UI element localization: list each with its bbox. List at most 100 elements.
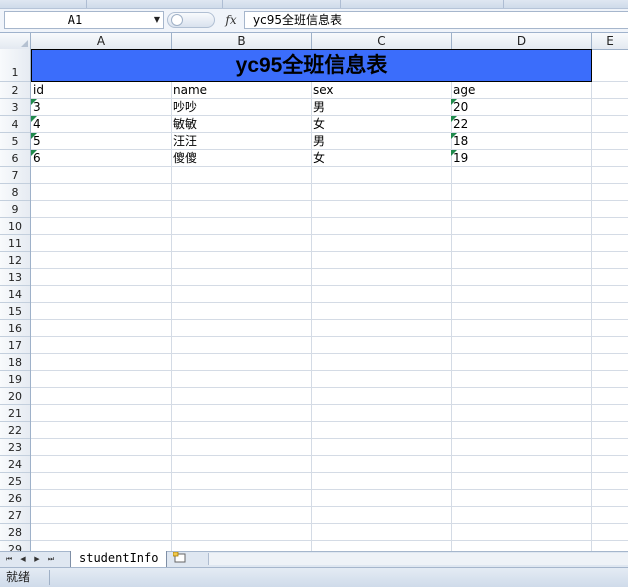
ribbon-strip [0,0,628,9]
row-header[interactable]: 22 [0,422,30,439]
gridline [31,387,628,388]
select-all-button[interactable] [0,33,31,49]
gridline [31,489,628,490]
formula-bar-splitter[interactable] [167,12,215,28]
row-header[interactable]: 15 [0,303,30,320]
gridline [31,353,628,354]
row-header[interactable]: 5 [0,133,30,150]
name-box-value: A1 [67,13,83,27]
cell-grid[interactable]: yc95全班信息表 id name sex age 3 吵吵 男 20 4 敏敏… [31,49,628,551]
formula-input[interactable]: yc95全班信息表 [244,11,628,29]
cell-id[interactable]: 5 [31,133,171,150]
cell-id[interactable]: 6 [31,150,171,167]
insert-sheet-icon[interactable] [170,551,190,566]
cell-sex[interactable]: 男 [311,133,451,150]
header-cell-sex[interactable]: sex [311,82,451,99]
insert-sheet-glyph [172,551,186,563]
cell-name[interactable]: 敏敏 [171,116,311,133]
row-header[interactable]: 10 [0,218,30,235]
row-header[interactable]: 28 [0,524,30,541]
gridline [31,370,628,371]
error-indicator-icon [31,99,37,105]
cell-name[interactable]: 吵吵 [171,99,311,116]
row-header[interactable]: 24 [0,456,30,473]
row-header[interactable]: 3 [0,99,30,116]
cell-id[interactable]: 4 [31,116,171,133]
column-header-e[interactable]: E [592,33,628,49]
sheet-tab-bar: ⏮ ◀ ▶ ⏭ studentInfo [0,551,628,568]
row-header[interactable]: 29 [0,541,30,551]
row-header[interactable]: 13 [0,269,30,286]
cell-age[interactable]: 19 [451,150,591,167]
grip-icon [171,14,183,26]
error-indicator-icon [31,150,37,156]
row-header[interactable]: 1 [0,49,30,82]
row-header[interactable]: 9 [0,201,30,218]
gridline [31,455,628,456]
status-text: 就绪 [6,570,31,584]
error-indicator-icon [451,150,457,156]
column-header-c[interactable]: C [312,33,452,49]
header-cell-id[interactable]: id [31,82,171,99]
ribbon-separator [86,0,87,8]
row-header[interactable]: 8 [0,184,30,201]
prev-sheet-icon[interactable]: ◀ [16,553,30,566]
row-header[interactable]: 18 [0,354,30,371]
chevron-down-icon[interactable]: ▼ [154,13,160,27]
insert-function-icon[interactable]: fx [222,11,240,29]
ribbon-separator [503,0,504,8]
row-header[interactable]: 16 [0,320,30,337]
cell-age[interactable]: 20 [451,99,591,116]
header-cell-name[interactable]: name [171,82,311,99]
cell-sex[interactable]: 女 [311,150,451,167]
cell-sex[interactable]: 男 [311,99,451,116]
row-header[interactable]: 23 [0,439,30,456]
status-bar: 就绪 [0,567,628,587]
row-header[interactable]: 25 [0,473,30,490]
next-sheet-icon[interactable]: ▶ [30,553,44,566]
gridline [31,506,628,507]
row-header[interactable]: 4 [0,116,30,133]
row-header[interactable]: 7 [0,167,30,184]
cell-name[interactable]: 汪汪 [171,133,311,150]
formula-bar: A1 ▼ fx yc95全班信息表 [0,9,628,33]
status-divider [49,570,50,585]
row-header[interactable]: 20 [0,388,30,405]
gridline [31,217,628,218]
column-header-b[interactable]: B [172,33,312,49]
gridline [591,49,592,551]
sheet-title-cell[interactable]: yc95全班信息表 [31,49,592,82]
row-header[interactable]: 19 [0,371,30,388]
error-indicator-icon [451,116,457,122]
header-cell-age[interactable]: age [451,82,591,99]
sheet-tab-studentinfo[interactable]: studentInfo [70,551,168,568]
gridline [31,268,628,269]
horizontal-scrollbar[interactable] [208,553,628,565]
row-header[interactable]: 6 [0,150,30,167]
gridline [31,234,628,235]
gridline [31,404,628,405]
row-header[interactable]: 14 [0,286,30,303]
row-header[interactable]: 26 [0,490,30,507]
name-box[interactable]: A1 ▼ [4,11,164,29]
row-header[interactable]: 27 [0,507,30,524]
cell-age[interactable]: 22 [451,116,591,133]
row-headers: 1 2 3 4 5 6 7 8 9 10 11 12 13 14 15 16 17 18 19 20 21 22 23 24 2… [0,49,31,551]
cell-age[interactable]: 18 [451,133,591,150]
row-header[interactable]: 17 [0,337,30,354]
cell-name[interactable]: 傻傻 [171,150,311,167]
row-header[interactable]: 11 [0,235,30,252]
error-indicator-icon [31,116,37,122]
last-sheet-icon[interactable]: ⏭ [44,553,58,566]
ribbon-separator [222,0,223,8]
cell-id[interactable]: 3 [31,99,171,116]
column-header-a[interactable]: A [31,33,172,49]
row-header[interactable]: 21 [0,405,30,422]
cell-sex[interactable]: 女 [311,116,451,133]
column-header-d[interactable]: D [452,33,592,49]
row-header[interactable]: 12 [0,252,30,269]
first-sheet-icon[interactable]: ⏮ [2,553,16,566]
gridline [31,523,628,524]
gridline [31,200,628,201]
row-header[interactable]: 2 [0,82,30,99]
